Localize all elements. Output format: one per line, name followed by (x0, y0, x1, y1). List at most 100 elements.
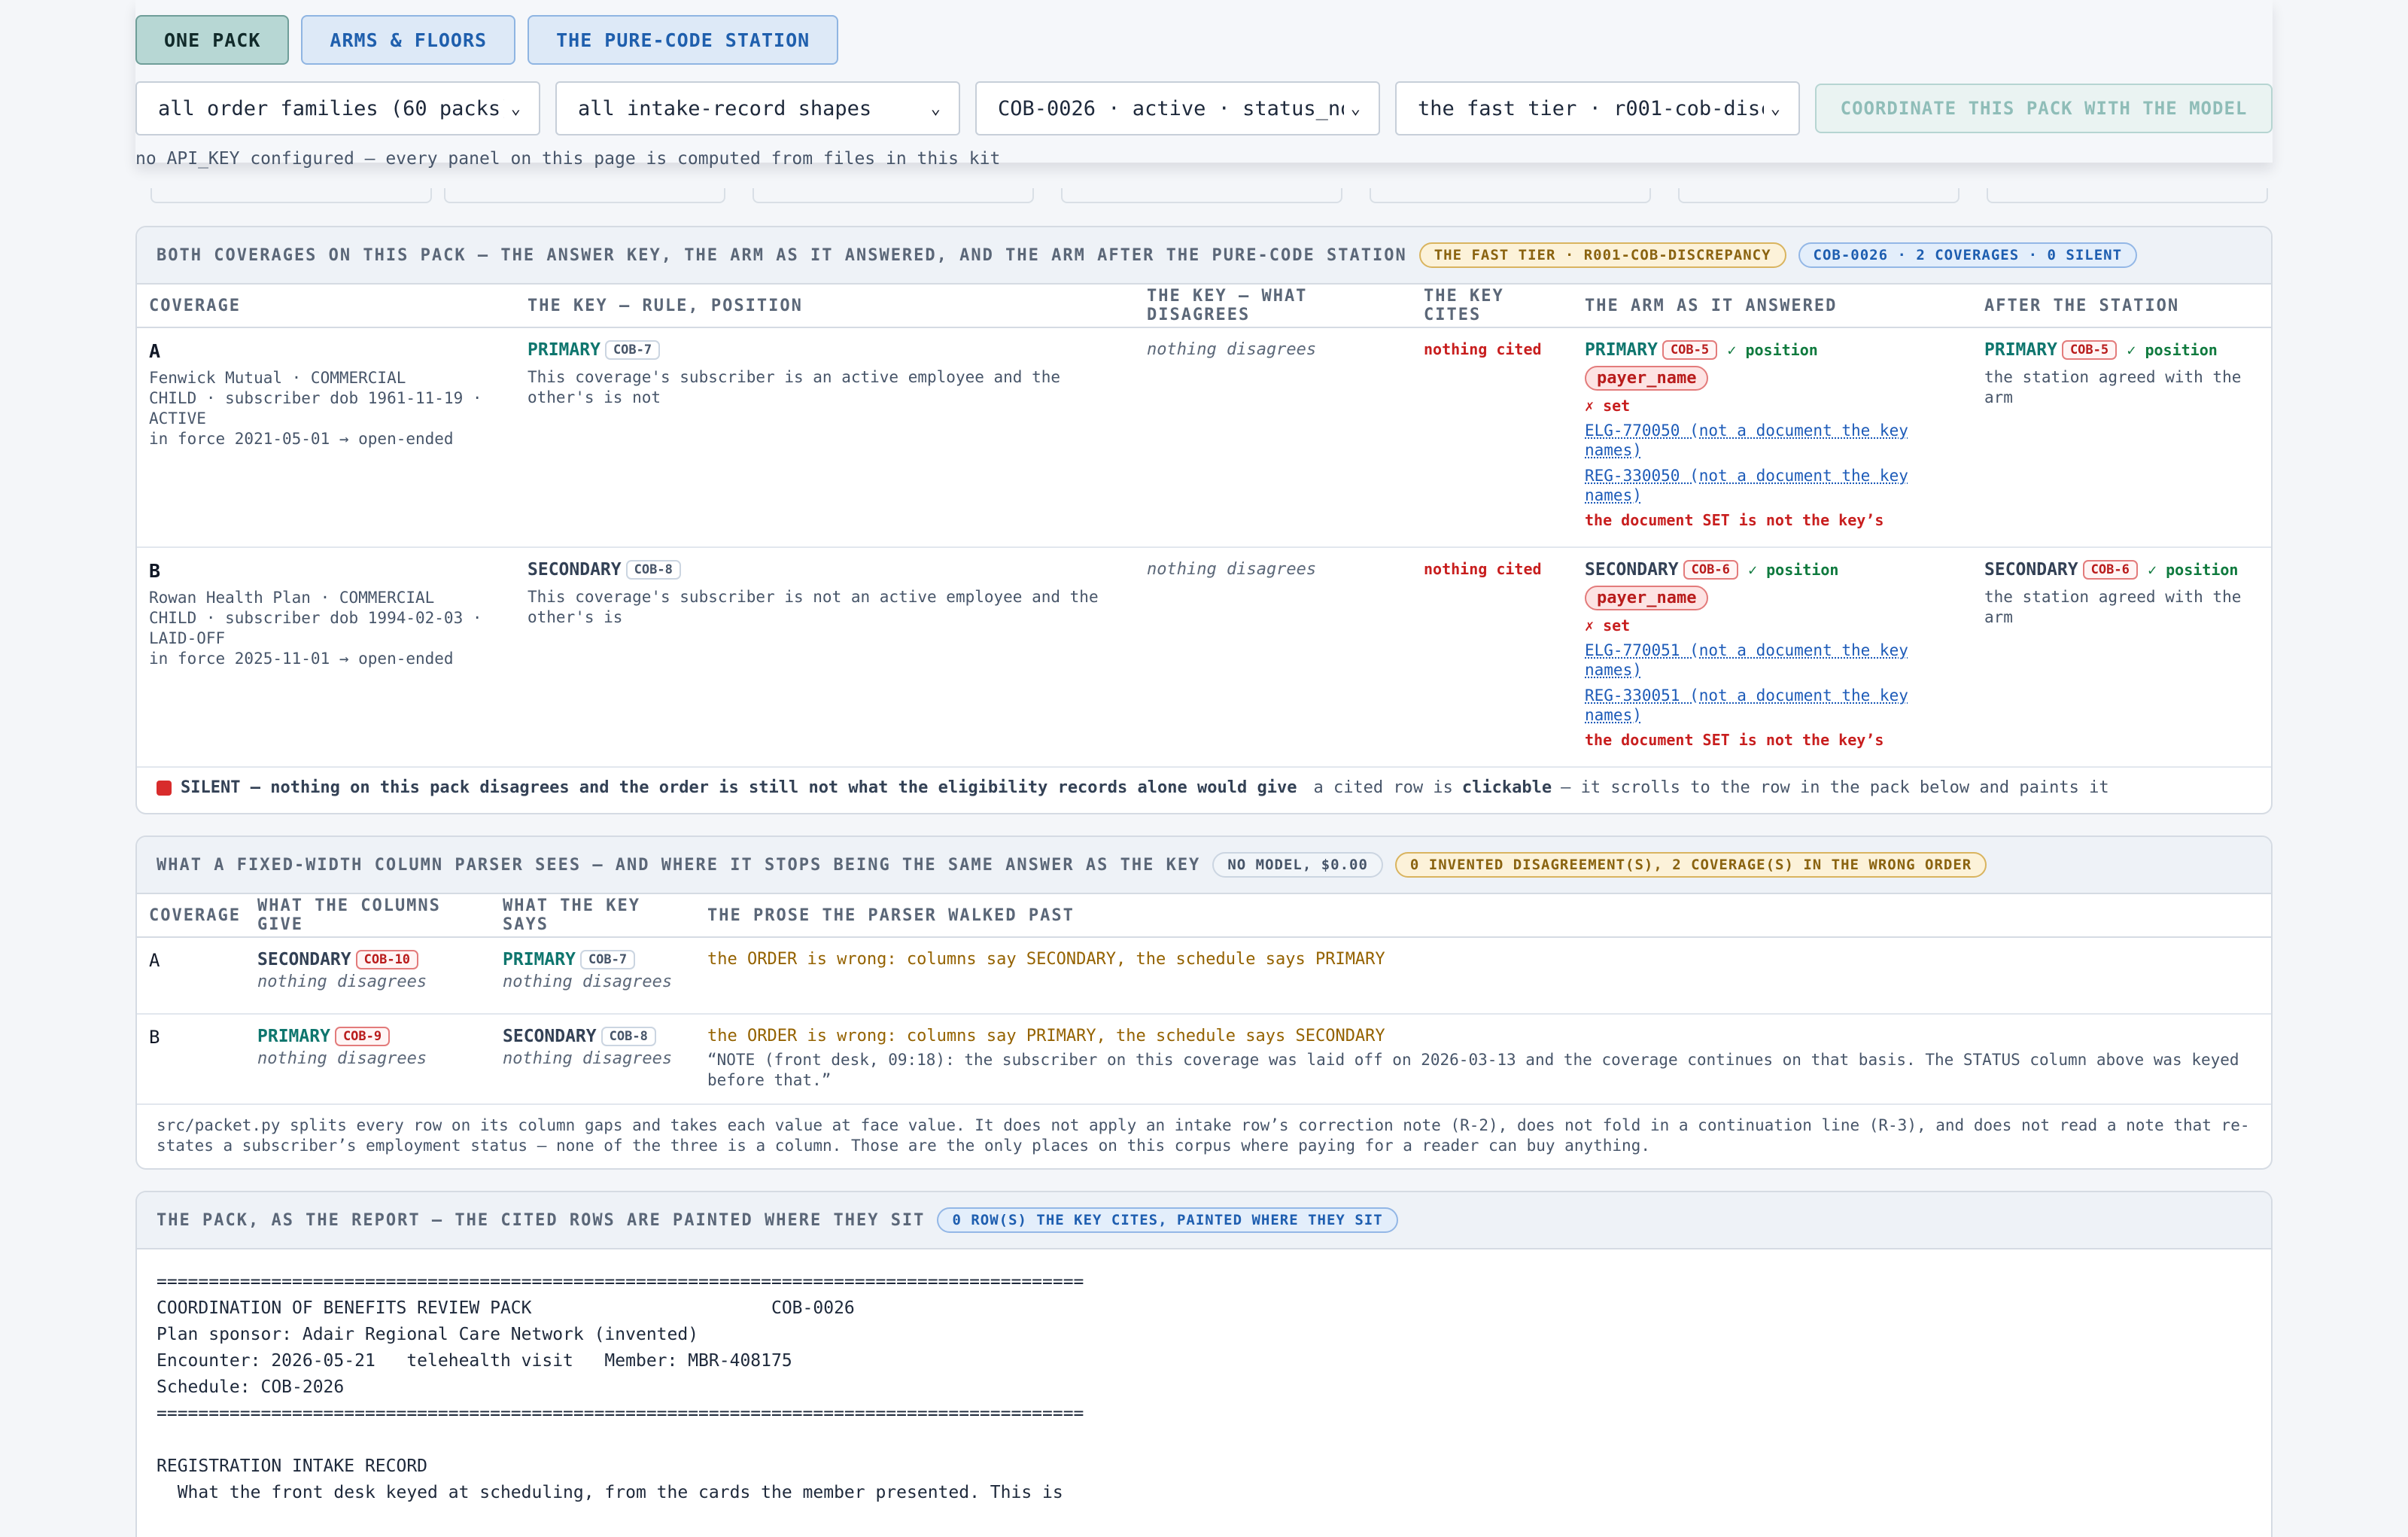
key-position: PRIMARY (528, 340, 600, 360)
after-station-cell: PRIMARY COB-5 ✓ position the station agre… (1972, 327, 2271, 548)
report-panel: THE PACK, AS THE REPORT — THE CITED ROWS… (135, 1191, 2273, 1537)
model-cost-badge: NO MODEL, $0.00 (1212, 852, 1383, 878)
arm-cell: SECONDARY COB-6 ✓ position payer_name ✗ s… (1573, 547, 1972, 768)
coverage-letter: B (149, 560, 161, 582)
silent-legend: SILENT — nothing on this pack disagrees … (181, 778, 1297, 797)
report-line: COORDINATION OF BENEFITS REVIEW PACK COB… (157, 1298, 855, 1318)
coverage-panel-header: BOTH COVERAGES ON THIS PACK — THE ANSWER… (137, 227, 2271, 285)
cited-document-link[interactable]: ELG-770050 (not a document the key names… (1585, 421, 1960, 460)
coverage-letter: A (149, 950, 160, 971)
after-position: PRIMARY (1984, 340, 2057, 360)
cites-text: nothing cited (1424, 560, 1542, 578)
arm-position: PRIMARY (1585, 340, 1658, 360)
key-rule-cell: SECONDARY COB-8 This coverage's subscribe… (515, 547, 1135, 768)
parser-table: COVERAGE WHAT THE COLUMNS GIVE WHAT THE … (137, 894, 2271, 1105)
after-note: the station agreed with the arm (1984, 588, 2242, 626)
payer-line: Rowan Health Plan · COMMERCIAL (149, 589, 435, 607)
col-prose: THE PROSE THE PARSER WALKED PAST (695, 894, 2271, 938)
chevron-down-icon: ⌄ (1350, 99, 1361, 118)
pack-select[interactable]: COB-0026 · active · status_not ⌄ (975, 81, 1380, 135)
order-wrong-text: the ORDER is wrong: columns say PRIMARY,… (707, 1027, 1385, 1045)
col-key-rule: THE KEY — RULE, POSITION (515, 285, 1135, 328)
key-note: nothing disagrees (503, 1049, 673, 1068)
after-station-cell: SECONDARY COB-6 ✓ position the station ag… (1972, 547, 2271, 768)
report-panel-header: THE PACK, AS THE REPORT — THE CITED ROWS… (137, 1192, 2271, 1249)
subscriber-line: CHILD · subscriber dob 1994-02-03 · LAID… (149, 609, 482, 647)
tier-select[interactable]: the fast tier · r001-cob-discr ⌄ (1395, 81, 1800, 135)
tier-badge: THE FAST TIER · R001-COB-DISCREPANCY (1418, 242, 1786, 268)
tab-one-pack[interactable]: ONE PACK (135, 15, 290, 65)
disagrees-cell: nothing disagrees (1135, 547, 1412, 768)
coverage-letter: A (149, 340, 161, 362)
after-rule-tag: COB-5 (2061, 340, 2118, 360)
key-rule-tag: COB-8 (600, 1027, 656, 1046)
arm-position: SECONDARY (1585, 560, 1679, 580)
tab-arms-floors[interactable]: ARMS & FLOORS (301, 15, 516, 65)
order-family-select[interactable]: all order families (60 packs) ⌄ (135, 81, 540, 135)
front-desk-note: “NOTE (front desk, 09:18): the subscribe… (707, 1051, 2239, 1089)
table-row: B Rowan Health Plan · COMMERCIAL CHILD ·… (137, 547, 2271, 768)
coverage-panel-title: BOTH COVERAGES ON THIS PACK — THE ANSWER… (157, 245, 1407, 265)
silent-marker-icon (157, 780, 172, 796)
coverage-cell: B Rowan Health Plan · COMMERCIAL CHILD ·… (137, 547, 515, 768)
legend-text: a cited row is (1313, 778, 1453, 797)
cited-document-link[interactable]: REG-330051 (not a document the key names… (1585, 686, 1960, 725)
position-check: ✓ position (1748, 561, 1839, 579)
in-force-line: in force 2025-11-01 → open-ended (149, 650, 454, 668)
col-key-says: WHAT THE KEY SAYS (491, 894, 695, 938)
after-note: the station agreed with the arm (1984, 368, 2242, 406)
coverage-table: COVERAGE THE KEY — RULE, POSITION THE KE… (137, 285, 2271, 768)
report-panel-title: THE PACK, AS THE REPORT — THE CITED ROWS… (157, 1210, 926, 1230)
report-line: ========================================… (157, 1272, 1084, 1292)
arm-cell: PRIMARY COB-5 ✓ position payer_name ✗ set… (1573, 327, 1972, 548)
cites-cell: nothing cited (1412, 327, 1573, 548)
key-rule-cell: PRIMARY COB-7 This coverage's subscriber … (515, 327, 1135, 548)
key-cell: PRIMARY COB-7 nothing disagrees (491, 937, 695, 1015)
chevron-down-icon: ⌄ (930, 99, 941, 118)
coverage-letter: B (149, 1027, 160, 1048)
coordinate-pack-button[interactable]: COORDINATE THIS PACK WITH THE MODEL (1815, 84, 2273, 133)
order-family-value: all order families (60 packs) (158, 96, 504, 120)
col-after-station: AFTER THE STATION (1972, 285, 2271, 328)
cites-cell: nothing cited (1412, 547, 1573, 768)
parser-panel-header: WHAT A FIXED-WIDTH COLUMN PARSER SEES — … (137, 837, 2271, 894)
report-line: Plan sponsor: Adair Regional Care Networ… (157, 1325, 699, 1344)
set-check: ✗ set (1585, 397, 1631, 415)
columns-position: SECONDARY (257, 950, 351, 969)
parser-explanation: src/packet.py splits every row on its co… (157, 1116, 2250, 1155)
report-line: Encounter: 2026-05-21 telehealth visit M… (157, 1351, 792, 1371)
parser-panel: WHAT A FIXED-WIDTH COLUMN PARSER SEES — … (135, 835, 2273, 1170)
cited-document-link[interactable]: ELG-770051 (not a document the key names… (1585, 641, 1960, 680)
tier-value: the fast tier · r001-cob-discr (1418, 96, 1764, 120)
report-line: What the front desk keyed at scheduling,… (157, 1483, 1063, 1502)
position-check: ✓ position (2148, 561, 2239, 579)
disagrees-cell: nothing disagrees (1135, 327, 1412, 548)
field-error-badge: payer_name (1585, 586, 1709, 610)
pack-value: COB-0026 · active · status_not (998, 96, 1344, 120)
tab-pure-code-station[interactable]: THE PURE-CODE STATION (528, 15, 839, 65)
coverage-legend: SILENT — nothing on this pack disagrees … (137, 768, 2271, 808)
prose-cell: the ORDER is wrong: columns say PRIMARY,… (695, 1014, 2271, 1105)
intake-shape-value: all intake-record shapes (578, 96, 872, 120)
rule-tag: COB-7 (604, 340, 661, 360)
table-row: A SECONDARY COB-10 nothing disagrees PRIM… (137, 937, 2271, 1015)
parser-result-badge: 0 INVENTED DISAGREEMENT(S), 2 COVERAGE(S… (1394, 852, 1987, 878)
col-coverage: COVERAGE (137, 894, 245, 938)
pack-badge: COB-0026 · 2 COVERAGES · 0 SILENT (1798, 242, 2138, 268)
cited-document-link[interactable]: REG-330050 (not a document the key names… (1585, 466, 1960, 505)
disagrees-text: nothing disagrees (1147, 560, 1317, 579)
order-wrong-text: the ORDER is wrong: columns say SECONDAR… (707, 950, 1385, 969)
parser-panel-title: WHAT A FIXED-WIDTH COLUMN PARSER SEES — … (157, 855, 1201, 875)
col-columns-give: WHAT THE COLUMNS GIVE (245, 894, 491, 938)
key-rule-text: This coverage's subscriber is an active … (528, 368, 1061, 406)
columns-position: PRIMARY (257, 1027, 330, 1046)
columns-note: nothing disagrees (257, 1049, 427, 1068)
col-arm-answered: THE ARM AS IT ANSWERED (1573, 285, 1972, 328)
set-verdict: the document SET is not the key’s (1585, 731, 1884, 749)
key-rule-tag: COB-7 (579, 950, 636, 969)
col-key-disagrees: THE KEY — WHAT DISAGREES (1135, 285, 1412, 328)
chevron-down-icon: ⌄ (1770, 99, 1780, 118)
position-check: ✓ position (2127, 341, 2218, 359)
report-line: REGISTRATION INTAKE RECORD (157, 1456, 428, 1476)
intake-shape-select[interactable]: all intake-record shapes ⌄ (555, 81, 960, 135)
